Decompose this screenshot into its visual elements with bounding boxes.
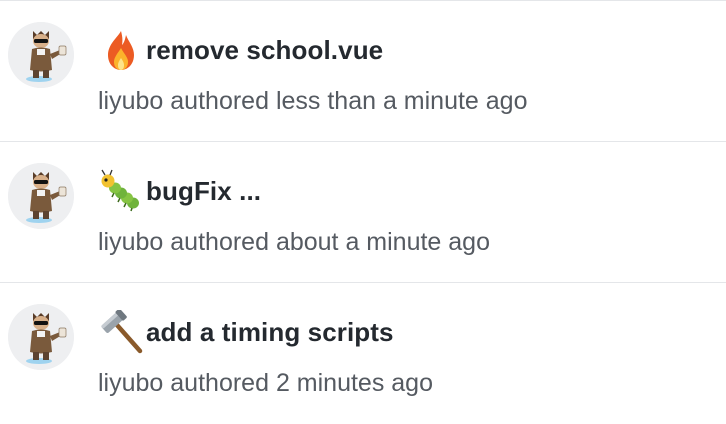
author-link[interactable]: liyubo [98, 228, 163, 256]
commit-row: bugFix ... liyubo authored about a minut… [0, 142, 726, 283]
hammer-icon [98, 310, 144, 354]
commit-title: add a timing scripts [98, 310, 394, 354]
authored-label: authored [170, 87, 269, 115]
commit-list: remove school.vue liyubo authored less t… [0, 0, 726, 418]
commit-time: about a minute ago [275, 228, 490, 256]
commit-title: bugFix ... [98, 169, 261, 213]
authored-label: authored [170, 369, 269, 397]
fire-icon [98, 28, 144, 72]
commit-meta: liyubo authored 2 minutes ago [98, 369, 433, 398]
author-avatar[interactable] [8, 22, 74, 88]
commit-row: add a timing scripts liyubo authored 2 m… [0, 283, 726, 424]
author-avatar[interactable] [8, 304, 74, 370]
author-link[interactable]: liyubo [98, 369, 163, 397]
author-avatar[interactable] [8, 163, 74, 229]
commit-message-link[interactable]: bugFix ... [146, 176, 261, 207]
bug-icon [98, 169, 144, 213]
commit-time: 2 minutes ago [275, 369, 433, 397]
commit-message-link[interactable]: remove school.vue [146, 35, 383, 66]
commit-title: remove school.vue [98, 28, 383, 72]
commit-meta: liyubo authored less than a minute ago [98, 87, 528, 116]
authored-label: authored [170, 228, 269, 256]
commit-row: remove school.vue liyubo authored less t… [0, 1, 726, 142]
commit-time: less than a minute ago [275, 87, 528, 115]
author-link[interactable]: liyubo [98, 87, 163, 115]
commit-message-link[interactable]: add a timing scripts [146, 317, 394, 348]
commit-meta: liyubo authored about a minute ago [98, 228, 490, 257]
